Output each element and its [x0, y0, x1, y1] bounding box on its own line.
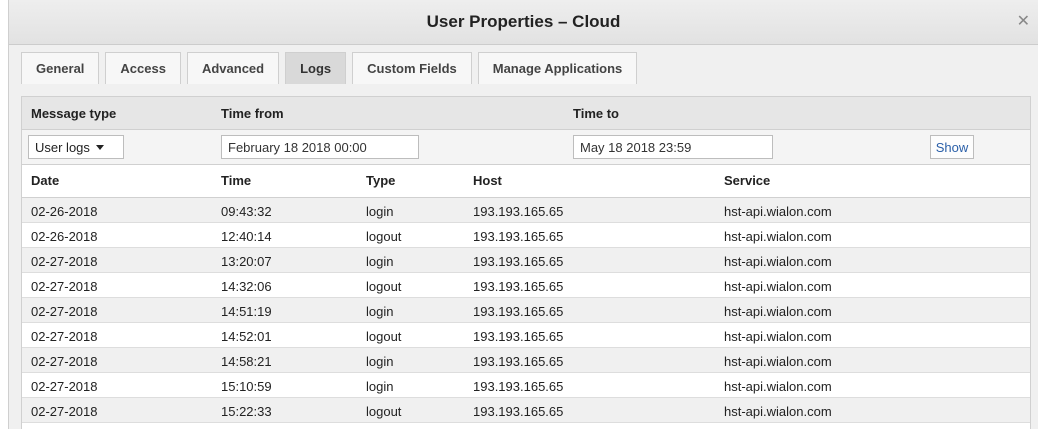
show-button[interactable]: Show	[930, 135, 974, 159]
user-properties-dialog: User Properties – Cloud ✕ General Access…	[8, 0, 1038, 429]
column-header-service[interactable]: Service	[724, 173, 770, 188]
column-header-time[interactable]: Time	[221, 173, 251, 188]
table-row[interactable]: 02-27-2018 13:20:07 login 193.193.165.65…	[22, 248, 1030, 273]
cell-service: hst-api.wialon.com	[724, 379, 832, 394]
filter-header: Message type Time from Time to	[22, 97, 1030, 130]
filter-row: User logs Show	[22, 130, 1030, 165]
cell-date: 02-27-2018	[31, 404, 98, 419]
cell-host: 193.193.165.65	[473, 354, 564, 369]
cell-host: 193.193.165.65	[473, 329, 564, 344]
cell-type: login	[366, 254, 394, 269]
cell-host: 193.193.165.65	[473, 279, 564, 294]
tab-bar: General Access Advanced Logs Custom Fiel…	[21, 52, 638, 86]
cell-service: hst-api.wialon.com	[724, 204, 832, 219]
time-to-label: Time to	[573, 106, 619, 121]
cell-time: 15:10:59	[221, 379, 272, 394]
cell-type: login	[366, 204, 394, 219]
cell-time: 09:43:32	[221, 204, 272, 219]
cell-service: hst-api.wialon.com	[724, 229, 832, 244]
cell-date: 02-27-2018	[31, 279, 98, 294]
cell-date: 02-27-2018	[31, 304, 98, 319]
table-row[interactable]: 02-26-2018 12:40:14 logout 193.193.165.6…	[22, 223, 1030, 248]
cell-time: 14:51:19	[221, 304, 272, 319]
cell-service: hst-api.wialon.com	[724, 354, 832, 369]
log-table-body: 02-26-2018 09:43:32 login 193.193.165.65…	[22, 198, 1030, 423]
chevron-down-icon	[95, 144, 104, 150]
message-type-label: Message type	[31, 106, 117, 121]
tab-general[interactable]: General	[21, 52, 100, 84]
cell-type: login	[366, 379, 394, 394]
cell-date: 02-27-2018	[31, 254, 98, 269]
table-row[interactable]: 02-27-2018 14:52:01 logout 193.193.165.6…	[22, 323, 1030, 348]
cell-time: 13:20:07	[221, 254, 272, 269]
cell-date: 02-27-2018	[31, 379, 98, 394]
dialog-title: User Properties – Cloud	[426, 12, 621, 31]
table-row[interactable]: 02-27-2018 15:22:33 logout 193.193.165.6…	[22, 398, 1030, 423]
cell-host: 193.193.165.65	[473, 254, 564, 269]
cell-type: logout	[366, 404, 402, 419]
tab-custom-fields[interactable]: Custom Fields	[352, 52, 472, 84]
cell-date: 02-26-2018	[31, 229, 98, 244]
table-row[interactable]: 02-26-2018 09:43:32 login 193.193.165.65…	[22, 198, 1030, 223]
log-table-header: Date Time Type Host Service	[22, 165, 1030, 198]
cell-type: login	[366, 304, 394, 319]
cell-type: logout	[366, 279, 402, 294]
logs-panel: Message type Time from Time to User logs…	[21, 96, 1031, 429]
column-header-type[interactable]: Type	[366, 173, 395, 188]
table-row[interactable]: 02-27-2018 14:32:06 logout 193.193.165.6…	[22, 273, 1030, 298]
cell-service: hst-api.wialon.com	[724, 329, 832, 344]
dialog-titlebar[interactable]: User Properties – Cloud ✕	[9, 0, 1038, 45]
cell-time: 12:40:14	[221, 229, 272, 244]
cell-service: hst-api.wialon.com	[724, 304, 832, 319]
table-row[interactable]: 02-27-2018 15:10:59 login 193.193.165.65…	[22, 373, 1030, 398]
message-type-value: User logs	[35, 139, 90, 155]
message-type-select[interactable]: User logs	[28, 135, 124, 159]
column-header-host[interactable]: Host	[473, 173, 502, 188]
cell-host: 193.193.165.65	[473, 404, 564, 419]
cell-service: hst-api.wialon.com	[724, 254, 832, 269]
cell-time: 14:32:06	[221, 279, 272, 294]
table-row[interactable]: 02-27-2018 14:51:19 login 193.193.165.65…	[22, 298, 1030, 323]
cell-type: logout	[366, 329, 402, 344]
tab-manage-applications[interactable]: Manage Applications	[477, 52, 638, 84]
cell-host: 193.193.165.65	[473, 229, 564, 244]
time-from-input[interactable]	[221, 135, 419, 159]
cell-time: 14:58:21	[221, 354, 272, 369]
cell-date: 02-27-2018	[31, 329, 98, 344]
time-to-input[interactable]	[573, 135, 773, 159]
cell-service: hst-api.wialon.com	[724, 279, 832, 294]
table-row[interactable]: 02-27-2018 14:58:21 login 193.193.165.65…	[22, 348, 1030, 373]
time-from-label: Time from	[221, 106, 284, 121]
cell-host: 193.193.165.65	[473, 379, 564, 394]
cell-type: logout	[366, 229, 402, 244]
tab-logs[interactable]: Logs	[285, 52, 347, 84]
cell-host: 193.193.165.65	[473, 304, 564, 319]
column-header-date[interactable]: Date	[31, 173, 59, 188]
tab-advanced[interactable]: Advanced	[186, 52, 280, 84]
close-icon[interactable]: ✕	[1017, 14, 1030, 30]
tab-access[interactable]: Access	[105, 52, 181, 84]
cell-type: login	[366, 354, 394, 369]
cell-time: 15:22:33	[221, 404, 272, 419]
cell-service: hst-api.wialon.com	[724, 404, 832, 419]
cell-date: 02-26-2018	[31, 204, 98, 219]
cell-time: 14:52:01	[221, 329, 272, 344]
cell-date: 02-27-2018	[31, 354, 98, 369]
cell-host: 193.193.165.65	[473, 204, 564, 219]
